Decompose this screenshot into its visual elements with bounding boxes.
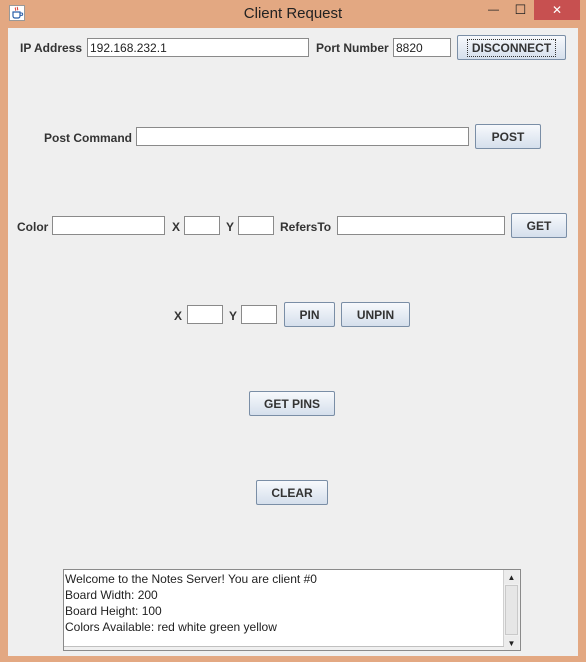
output-line: Board Height: 100 [65,604,162,618]
close-icon: ✕ [551,3,563,17]
output-text-area[interactable]: Welcome to the Notes Server! You are cli… [63,569,521,651]
get-pins-button[interactable]: GET PINS [249,391,335,416]
pin-x-label: X [174,309,183,323]
output-line: Board Width: 200 [65,588,158,602]
output-lines: Welcome to the Notes Server! You are cli… [65,571,317,635]
get-button-label: GET [526,218,552,233]
pin-x-field[interactable] [187,305,223,324]
post-command-field[interactable] [136,127,469,146]
output-line: Colors Available: red white green yellow [65,620,277,634]
get-y-label: Y [226,220,235,234]
close-button[interactable]: ✕ [534,0,580,20]
pin-y-label: Y [229,309,238,323]
scroll-thumb[interactable] [505,585,518,635]
ip-address-field[interactable] [87,38,309,57]
scroll-down-icon[interactable]: ▼ [504,636,519,650]
maximize-button[interactable]: ☐ [507,0,534,20]
post-button-label: POST [491,129,525,144]
color-field[interactable] [52,216,165,235]
port-number-field[interactable] [393,38,451,57]
get-pins-button-label: GET PINS [263,396,320,411]
title-bar[interactable]: Client Request — ☐ ✕ [0,0,586,28]
maximize-icon: ☐ [514,2,527,17]
pin-button[interactable]: PIN [284,302,335,327]
minimize-button[interactable]: — [480,0,507,20]
color-label: Color [17,220,49,234]
pin-y-field[interactable] [241,305,277,324]
client-area: IP Address Port Number DISCONNECT Post C… [8,28,578,656]
refers-to-label: RefersTo [280,220,332,234]
get-x-field[interactable] [184,216,220,235]
clear-button[interactable]: CLEAR [256,480,328,505]
port-number-label: Port Number [316,41,389,55]
get-y-field[interactable] [238,216,274,235]
refers-to-field[interactable] [337,216,505,235]
get-x-label: X [172,220,181,234]
disconnect-button-label: DISCONNECT [466,38,557,57]
output-line: Welcome to the Notes Server! You are cli… [65,572,317,586]
ip-address-label: IP Address [20,41,83,55]
disconnect-button[interactable]: DISCONNECT [457,35,566,60]
scroll-up-icon[interactable]: ▲ [504,570,519,584]
post-command-label: Post Command [44,131,133,145]
vertical-scrollbar[interactable]: ▲ ▼ [503,570,520,650]
get-button[interactable]: GET [511,213,567,238]
pin-button-label: PIN [299,307,320,322]
unpin-button-label: UNPIN [356,307,395,322]
horizontal-scrollbar[interactable] [64,646,504,650]
unpin-button[interactable]: UNPIN [341,302,410,327]
clear-button-label: CLEAR [271,485,313,500]
post-button[interactable]: POST [475,124,541,149]
minimize-icon: — [488,4,499,16]
